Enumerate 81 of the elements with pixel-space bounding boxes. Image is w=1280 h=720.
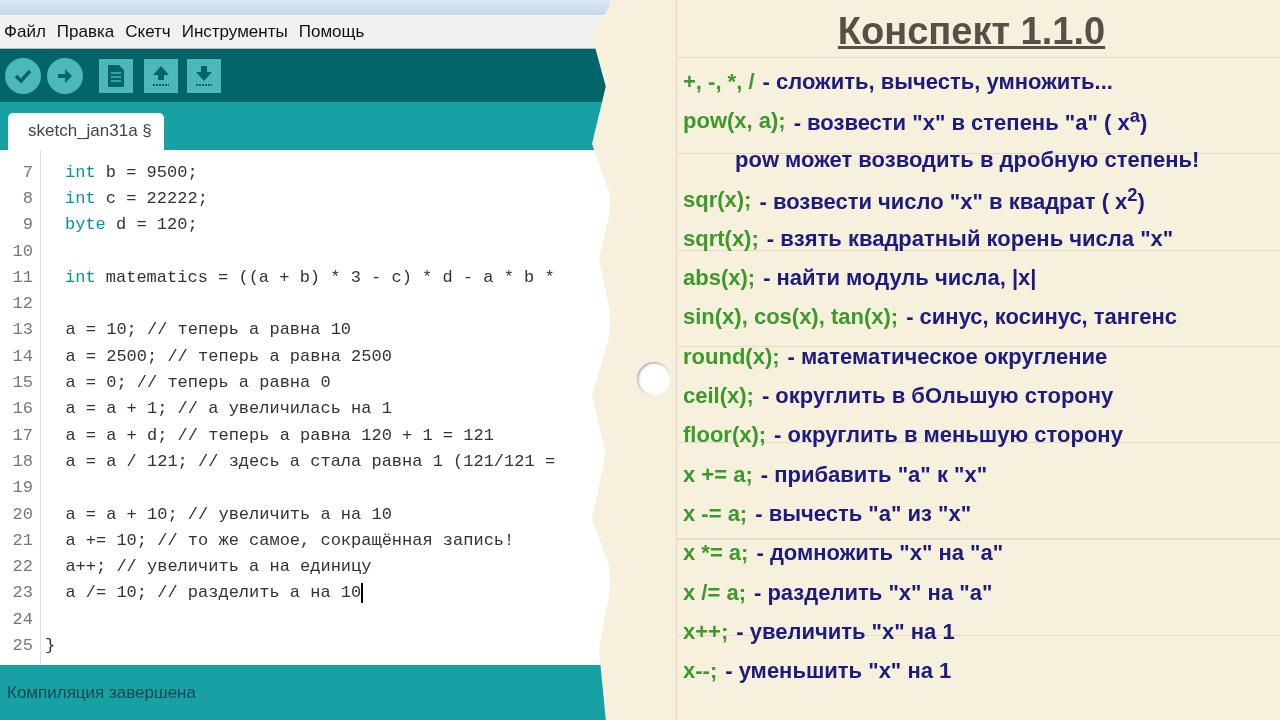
function-name: x *= a; — [683, 540, 749, 567]
line-number: 14 — [11, 346, 33, 366]
document-icon — [106, 63, 126, 88]
function-description: - сложить, вычесть, умножить... — [762, 68, 1113, 95]
new-button[interactable] — [99, 58, 133, 93]
status-message: Компиляция завершена — [7, 682, 196, 703]
function-description: - домножить "x" на "a" — [756, 540, 1004, 567]
menu-item[interactable]: Инструменты — [181, 21, 288, 42]
function-description: - вычесть "a" из "x" — [755, 500, 972, 527]
line-number: 21 — [11, 530, 33, 550]
function-name: sqr(x); — [683, 186, 752, 213]
code-line: a = 10; // теперь а равна 10 — [64, 320, 352, 340]
function-name: ceil(x); — [683, 383, 754, 409]
line-number: 11 — [11, 267, 33, 287]
sketch-tab[interactable]: sketch_jan31a § — [8, 113, 164, 150]
function-description: - увеличить "x" на 1 — [736, 618, 955, 645]
line-number: 10 — [11, 241, 33, 261]
code-line: a = 0; // теперь а равна 0 — [64, 373, 331, 392]
line-number: 7 — [21, 162, 33, 182]
code-line: a /= 10; // разделить а на 10 — [64, 583, 362, 603]
function-name: x--; — [683, 658, 718, 685]
function-description: - найти модуль числа, |x| — [763, 265, 1037, 292]
line-number: 19 — [11, 478, 33, 498]
code-line: } — [45, 636, 56, 655]
function-name: round(x); — [683, 343, 780, 370]
menu-item[interactable]: Файл — [4, 21, 46, 42]
function-name: pow(x, a); — [683, 107, 786, 134]
menu-item[interactable]: Правка — [56, 21, 115, 42]
arrow-down-icon — [193, 63, 215, 88]
line-number: 20 — [11, 504, 33, 524]
line-number: 22 — [11, 557, 33, 577]
note-text: pow может возводить в дробную степень! — [735, 147, 1200, 174]
function-name: floor(x); — [683, 422, 767, 449]
function-name: sqrt(x); — [683, 225, 759, 252]
function-description: - взять квадратный корень числа "x" — [766, 225, 1174, 252]
code-line: a = a + d; // теперь а равна 120 + 1 = 121 — [64, 425, 494, 445]
code-line: a++; // увеличить а на единицу — [64, 557, 372, 577]
line-number: 9 — [21, 215, 33, 235]
notes-title: Конспект 1.1.0 — [836, 10, 1107, 54]
code-line: a += 10; // то же самое, сокращённая запись! — [64, 530, 515, 550]
code-line: a = 2500; // теперь а равна 2500 — [64, 346, 392, 366]
menu-item[interactable]: Помощь — [298, 21, 365, 42]
function-name: x /= a; — [683, 579, 746, 606]
function-description: - прибавить "a" к "x" — [760, 461, 988, 488]
upload-button[interactable] — [47, 57, 83, 94]
function-name: x += a; — [683, 461, 753, 488]
line-number: 23 — [11, 583, 33, 603]
function-name: x -= a; — [683, 500, 748, 527]
line-number: 15 — [11, 373, 33, 392]
function-name: +, -, *, / — [683, 68, 755, 95]
function-description: - уменьшить "x" на 1 — [725, 658, 952, 685]
line-number: 13 — [11, 320, 33, 340]
function-description: - синус, косинус, тангенс — [906, 304, 1178, 331]
menu-item[interactable]: Скетч — [125, 21, 171, 42]
code-line: a = a / 121; // здесь а стала равна 1 (121/121 = — [64, 451, 556, 471]
code-line: a = a + 1; // а увеличилась на 1 — [64, 399, 392, 419]
punch-hole-icon — [637, 362, 671, 396]
function-name: sin(x), cos(x), tan(x); — [683, 304, 899, 331]
verify-button[interactable] — [5, 57, 41, 94]
function-name: x++; — [683, 618, 729, 645]
open-button[interactable] — [144, 58, 178, 93]
line-number: 8 — [21, 188, 33, 208]
line-number: 25 — [11, 636, 33, 655]
function-description: - округлить в бОльшую сторону — [761, 383, 1114, 409]
code-line: byte d = 120; — [64, 215, 198, 235]
line-number: 18 — [11, 451, 33, 471]
code-line: int matematics = ((a + b) * 3 - c) * d - a * b * — [64, 267, 555, 287]
function-name: abs(x); — [683, 265, 756, 292]
function-description: - разделить "x" на "a" — [754, 579, 993, 606]
function-description: - математическое округление — [787, 343, 1108, 370]
function-description: - возвести "x" в степень "a" ( x$^{a}$) — [793, 105, 1148, 137]
line-number: 24 — [11, 609, 33, 629]
line-number: 16 — [11, 399, 33, 419]
line-number: 12 — [11, 294, 33, 314]
save-button[interactable] — [187, 58, 221, 93]
code-line: a = a + 10; // увеличить а на 10 — [64, 504, 392, 524]
line-number: 17 — [11, 425, 33, 445]
function-description: - возвести число "x" в квадрат ( x$^{2}$) — [759, 183, 1145, 216]
function-description: - округлить в меньшую сторону — [774, 422, 1123, 449]
code-line: int b = 9500; — [64, 162, 198, 182]
code-line: int c = 22222; — [64, 188, 208, 208]
